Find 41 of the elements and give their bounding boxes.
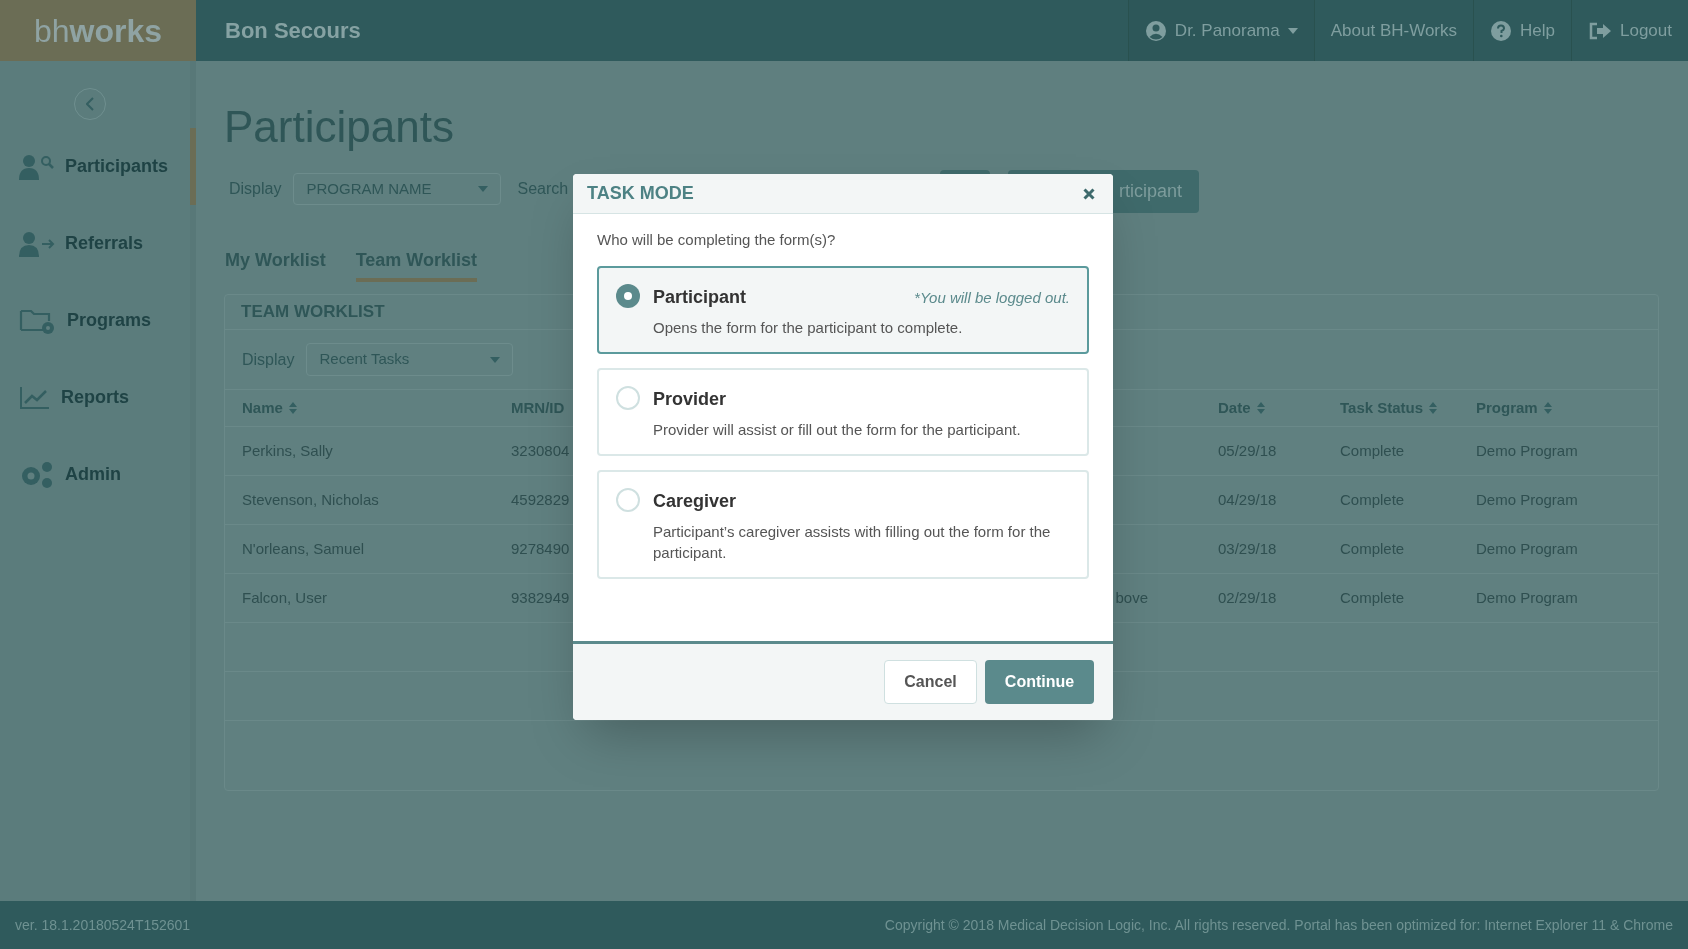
version-text: ver. 18.1.20180524T152601 [15, 915, 191, 935]
option-description: Participant’s caregiver assists with filling out the form for the participant. [653, 521, 1052, 563]
option-description: Provider will assist or fill out the form for the participant. [653, 419, 1022, 440]
user-icon [1144, 19, 1167, 42]
option-card[interactable]: Provider Provider will assist or fill out the form for the participant. [597, 367, 1089, 456]
option-title: Caregiver [653, 489, 737, 513]
option-card[interactable]: Participant *You will be logged out. Opens the form for the participant to complete. [597, 265, 1089, 354]
caret-icon [478, 186, 489, 192]
person-search-icon [19, 153, 55, 180]
option-card[interactable]: Caregiver Participant’s caregiver assists with filling out the form for the participant. [597, 469, 1089, 579]
dialog-title: TASK MODE [587, 182, 694, 205]
about-link[interactable]: About BH-Works [1313, 0, 1474, 61]
line-chart-icon [19, 385, 51, 410]
help-link[interactable]: Help [1473, 0, 1571, 61]
logout-note: *You will be logged out. [914, 287, 1070, 308]
organization-name: Bon Secours [225, 17, 361, 45]
logo[interactable]: bhworks [0, 0, 196, 61]
gears-icon [19, 459, 55, 490]
sidebar-item[interactable]: Referrals [0, 205, 196, 282]
radio-button[interactable] [616, 487, 640, 512]
caret-icon [1287, 27, 1298, 34]
option-title: Participant [653, 285, 747, 309]
continue-button[interactable]: Continue [985, 660, 1094, 704]
caret-icon [490, 356, 501, 363]
chevron-left-icon [86, 97, 94, 111]
person-arrow-icon [19, 230, 55, 257]
option-title: Provider [653, 387, 727, 411]
logout-icon [1588, 20, 1612, 41]
help-icon [1490, 19, 1513, 42]
sidebar-item[interactable]: Programs [0, 282, 196, 359]
question-text: Who will be completing the form(s)? [597, 230, 837, 250]
radio-button[interactable] [616, 385, 640, 410]
sidebar-item[interactable]: Participants [0, 128, 196, 205]
copyright-text: Copyright © 2018 Medical Decision Logic, Inc. All rights reserved. Portal has been optimized for: Internet Explorer 11 & Chrome [884, 915, 1673, 935]
close-icon [1083, 187, 1095, 200]
cancel-button[interactable]: Cancel [884, 660, 977, 704]
option-description: Opens the form for the participant to complete. [653, 317, 964, 338]
radio-button[interactable] [616, 283, 640, 308]
sidebar-item[interactable]: Reports [0, 359, 196, 436]
logout-link[interactable]: Logout [1571, 0, 1688, 61]
sidebar-item[interactable]: Admin [0, 436, 196, 513]
